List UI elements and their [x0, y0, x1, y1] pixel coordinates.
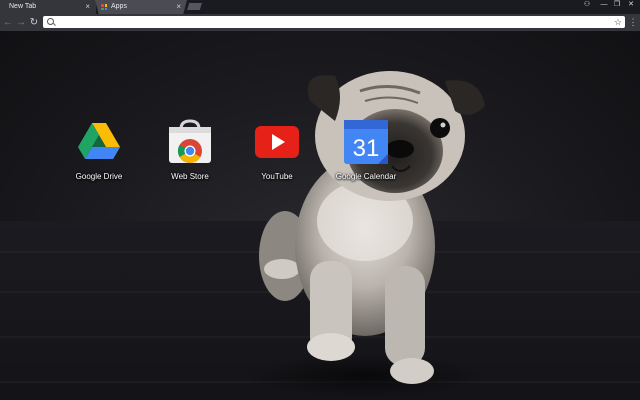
back-button[interactable]: ←: [2, 14, 14, 31]
app-label: YouTube: [261, 172, 293, 181]
new-tab-background: Google Drive Web Store YouTube 31 Google…: [0, 31, 640, 400]
tab-close-icon[interactable]: ×: [85, 0, 90, 14]
tab-strip: New Tab × Apps × ⚇ — ❐ ✕: [0, 0, 640, 14]
calendar-day: 31: [353, 135, 380, 162]
toolbar: ← → ↻ ☆ ⋮: [0, 14, 640, 31]
tab-label: New Tab: [9, 3, 37, 10]
tab-label: Apps: [111, 3, 127, 10]
bookmark-star-icon[interactable]: ☆: [614, 16, 622, 28]
pug-photo: [245, 71, 485, 398]
omnibox[interactable]: ☆: [43, 16, 625, 28]
forward-button[interactable]: →: [15, 14, 27, 31]
menu-button[interactable]: ⋮: [628, 14, 638, 31]
google-calendar-icon: 31: [344, 120, 388, 164]
search-icon: [47, 18, 54, 25]
app-label: Google Calendar: [335, 172, 397, 181]
tab-close-icon[interactable]: ×: [176, 0, 181, 14]
tab-new-tab[interactable]: New Tab ×: [0, 0, 96, 14]
reload-button[interactable]: ↻: [28, 14, 40, 31]
app-label: Web Store: [171, 172, 209, 181]
youtube-icon: [255, 126, 299, 158]
apps-grid-icon: [101, 4, 107, 10]
address-input[interactable]: [57, 16, 607, 28]
close-window-button[interactable]: ✕: [623, 0, 639, 10]
google-drive-icon: [78, 123, 120, 159]
app-label: Google Drive: [75, 172, 123, 181]
profile-icon[interactable]: ⚇: [579, 0, 595, 10]
tab-apps[interactable]: Apps ×: [95, 0, 187, 14]
new-tab-button[interactable]: [187, 3, 202, 10]
chrome-web-store-icon: [169, 119, 211, 164]
